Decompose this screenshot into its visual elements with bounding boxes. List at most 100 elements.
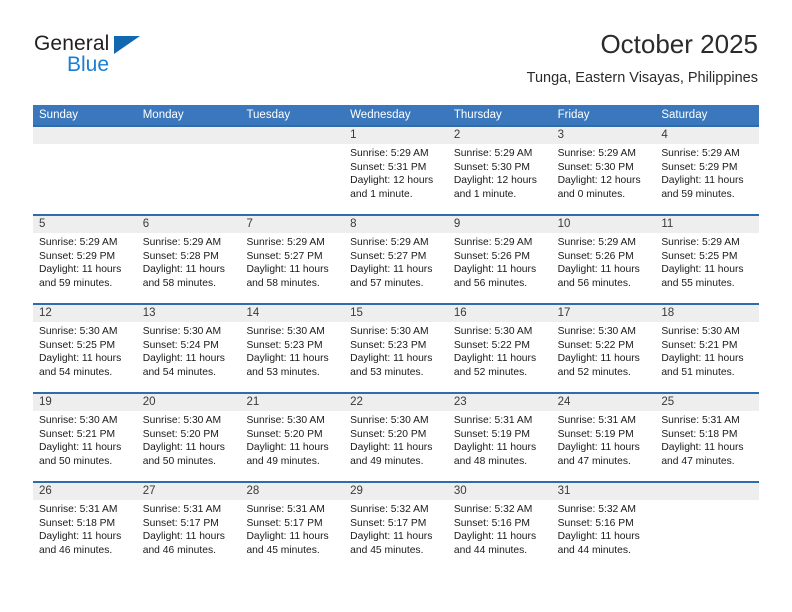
day-cell[interactable] xyxy=(240,127,345,214)
day-number: 14 xyxy=(240,305,345,322)
day-cell[interactable]: 14 Sunrise: 5:30 AM Sunset: 5:23 PM Dayl… xyxy=(240,305,345,392)
day-number: 15 xyxy=(344,305,448,322)
day-cell[interactable]: 17 Sunrise: 5:30 AM Sunset: 5:22 PM Dayl… xyxy=(551,305,656,392)
day-cell[interactable]: 16 Sunrise: 5:30 AM Sunset: 5:22 PM Dayl… xyxy=(447,305,552,392)
daylight-text-line2: and 57 minutes. xyxy=(350,277,424,289)
day-info: Sunrise: 5:29 AM Sunset: 5:27 PM Dayligh… xyxy=(240,233,344,290)
sunset-text: Sunset: 5:16 PM xyxy=(557,517,634,529)
day-info xyxy=(240,144,344,147)
day-cell[interactable]: 18 Sunrise: 5:30 AM Sunset: 5:21 PM Dayl… xyxy=(655,305,760,392)
day-info: Sunrise: 5:29 AM Sunset: 5:26 PM Dayligh… xyxy=(448,233,552,290)
day-cell[interactable]: 22 Sunrise: 5:30 AM Sunset: 5:20 PM Dayl… xyxy=(344,394,448,481)
sunset-text: Sunset: 5:20 PM xyxy=(142,428,219,440)
weekday-header-monday: Monday xyxy=(142,109,184,121)
daylight-text-line1: Daylight: 11 hours xyxy=(350,531,433,543)
sunset-text: Sunset: 5:26 PM xyxy=(557,250,634,262)
day-info: Sunrise: 5:31 AM Sunset: 5:17 PM Dayligh… xyxy=(137,500,241,557)
sunset-text: Sunset: 5:28 PM xyxy=(142,250,219,262)
day-cell[interactable] xyxy=(136,127,241,214)
sunset-text: Sunset: 5:25 PM xyxy=(39,339,116,351)
day-cell[interactable]: 24 Sunrise: 5:31 AM Sunset: 5:19 PM Dayl… xyxy=(551,394,656,481)
daylight-text-line1: Daylight: 11 hours xyxy=(142,442,225,454)
sunset-text: Sunset: 5:18 PM xyxy=(39,517,116,529)
day-cell[interactable]: 30 Sunrise: 5:32 AM Sunset: 5:16 PM Dayl… xyxy=(447,483,552,570)
day-cell[interactable]: 13 Sunrise: 5:30 AM Sunset: 5:24 PM Dayl… xyxy=(136,305,241,392)
daylight-text-line1: Daylight: 11 hours xyxy=(246,531,329,543)
daylight-text-line1: Daylight: 11 hours xyxy=(350,353,433,365)
day-cell[interactable]: 28 Sunrise: 5:31 AM Sunset: 5:17 PM Dayl… xyxy=(240,483,345,570)
daylight-text-line2: and 50 minutes. xyxy=(142,455,216,467)
day-info: Sunrise: 5:29 AM Sunset: 5:26 PM Dayligh… xyxy=(552,233,656,290)
day-cell[interactable]: 21 Sunrise: 5:30 AM Sunset: 5:20 PM Dayl… xyxy=(240,394,345,481)
daylight-text-line1: Daylight: 11 hours xyxy=(350,264,433,276)
day-cell[interactable]: 10 Sunrise: 5:29 AM Sunset: 5:26 PM Dayl… xyxy=(551,216,656,303)
sunset-text: Sunset: 5:22 PM xyxy=(453,339,531,351)
day-cell[interactable]: 12 Sunrise: 5:30 AM Sunset: 5:25 PM Dayl… xyxy=(33,305,137,392)
title-block: October 2025 Tunga, Eastern Visayas, Phi… xyxy=(527,28,758,88)
day-number: 22 xyxy=(344,394,448,411)
sunset-text: Sunset: 5:30 PM xyxy=(453,161,531,173)
sunrise-text: Sunrise: 5:29 AM xyxy=(39,237,118,248)
daylight-text-line2: and 58 minutes. xyxy=(142,277,216,289)
calendar-grid: Sunday Monday Tuesday Wednesday Thursday… xyxy=(33,105,760,570)
day-info: Sunrise: 5:30 AM Sunset: 5:23 PM Dayligh… xyxy=(344,322,448,379)
sunset-text: Sunset: 5:23 PM xyxy=(246,339,323,351)
calendar-page: General Blue October 2025 Tunga, Eastern… xyxy=(0,0,792,612)
day-number xyxy=(136,127,241,144)
day-cell[interactable]: 19 Sunrise: 5:30 AM Sunset: 5:21 PM Dayl… xyxy=(33,394,137,481)
daylight-text-line1: Daylight: 11 hours xyxy=(246,353,329,365)
day-info: Sunrise: 5:29 AM Sunset: 5:30 PM Dayligh… xyxy=(448,144,552,201)
day-cell[interactable]: 1 Sunrise: 5:29 AM Sunset: 5:31 PM Dayli… xyxy=(344,127,448,214)
daylight-text-line2: and 59 minutes. xyxy=(661,188,735,200)
day-cell[interactable]: 27 Sunrise: 5:31 AM Sunset: 5:17 PM Dayl… xyxy=(136,483,241,570)
day-number: 20 xyxy=(136,394,241,411)
day-cell[interactable]: 31 Sunrise: 5:32 AM Sunset: 5:16 PM Dayl… xyxy=(551,483,656,570)
day-cell[interactable]: 23 Sunrise: 5:31 AM Sunset: 5:19 PM Dayl… xyxy=(447,394,552,481)
sunrise-text: Sunrise: 5:30 AM xyxy=(453,326,533,337)
day-cell[interactable]: 6 Sunrise: 5:29 AM Sunset: 5:28 PM Dayli… xyxy=(136,216,241,303)
day-cell[interactable]: 29 Sunrise: 5:32 AM Sunset: 5:17 PM Dayl… xyxy=(344,483,448,570)
day-cell[interactable]: 2 Sunrise: 5:29 AM Sunset: 5:30 PM Dayli… xyxy=(447,127,552,214)
day-cell[interactable] xyxy=(33,127,137,214)
daylight-text-line2: and 58 minutes. xyxy=(246,277,320,289)
daylight-text-line2: and 56 minutes. xyxy=(557,277,631,289)
sunset-text: Sunset: 5:27 PM xyxy=(246,250,323,262)
daylight-text-line1: Daylight: 11 hours xyxy=(661,442,744,454)
daylight-text-line2: and 45 minutes. xyxy=(246,544,320,556)
day-cell[interactable]: 25 Sunrise: 5:31 AM Sunset: 5:18 PM Dayl… xyxy=(655,394,760,481)
daylight-text-line2: and 50 minutes. xyxy=(39,455,113,467)
day-number: 11 xyxy=(655,216,760,233)
day-cell[interactable]: 3 Sunrise: 5:29 AM Sunset: 5:30 PM Dayli… xyxy=(551,127,656,214)
daylight-text-line1: Daylight: 11 hours xyxy=(39,531,122,543)
daylight-text-line2: and 46 minutes. xyxy=(39,544,113,556)
day-info: Sunrise: 5:29 AM Sunset: 5:29 PM Dayligh… xyxy=(33,233,137,290)
day-cell[interactable]: 9 Sunrise: 5:29 AM Sunset: 5:26 PM Dayli… xyxy=(447,216,552,303)
sunset-text: Sunset: 5:16 PM xyxy=(453,517,531,529)
day-cell[interactable]: 7 Sunrise: 5:29 AM Sunset: 5:27 PM Dayli… xyxy=(240,216,345,303)
general-blue-logo[interactable]: General Blue xyxy=(34,32,214,88)
day-cell[interactable]: 26 Sunrise: 5:31 AM Sunset: 5:18 PM Dayl… xyxy=(33,483,137,570)
day-cell[interactable]: 4 Sunrise: 5:29 AM Sunset: 5:29 PM Dayli… xyxy=(655,127,760,214)
sunset-text: Sunset: 5:22 PM xyxy=(557,339,634,351)
day-info: Sunrise: 5:30 AM Sunset: 5:20 PM Dayligh… xyxy=(240,411,344,468)
day-info: Sunrise: 5:29 AM Sunset: 5:27 PM Dayligh… xyxy=(344,233,448,290)
day-cell[interactable]: 5 Sunrise: 5:29 AM Sunset: 5:29 PM Dayli… xyxy=(33,216,137,303)
day-info xyxy=(137,144,241,147)
day-cell[interactable]: 11 Sunrise: 5:29 AM Sunset: 5:25 PM Dayl… xyxy=(655,216,760,303)
sunrise-text: Sunrise: 5:30 AM xyxy=(246,415,325,426)
daylight-text-line2: and 49 minutes. xyxy=(350,455,424,467)
day-number: 24 xyxy=(551,394,656,411)
day-cell[interactable]: 15 Sunrise: 5:30 AM Sunset: 5:23 PM Dayl… xyxy=(344,305,448,392)
daylight-text-line2: and 44 minutes. xyxy=(453,544,528,556)
daylight-text-line1: Daylight: 11 hours xyxy=(142,531,225,543)
day-number: 26 xyxy=(33,483,137,500)
sunset-text: Sunset: 5:31 PM xyxy=(350,161,427,173)
sunrise-text: Sunrise: 5:29 AM xyxy=(557,148,637,159)
day-cell[interactable]: 8 Sunrise: 5:29 AM Sunset: 5:27 PM Dayli… xyxy=(344,216,448,303)
day-cell[interactable]: 20 Sunrise: 5:30 AM Sunset: 5:20 PM Dayl… xyxy=(136,394,241,481)
day-cell[interactable] xyxy=(655,483,760,570)
sunrise-text: Sunrise: 5:30 AM xyxy=(39,326,118,337)
daylight-text-line1: Daylight: 12 hours xyxy=(350,175,434,187)
daylight-text-line2: and 54 minutes. xyxy=(39,366,113,378)
day-number: 3 xyxy=(551,127,656,144)
